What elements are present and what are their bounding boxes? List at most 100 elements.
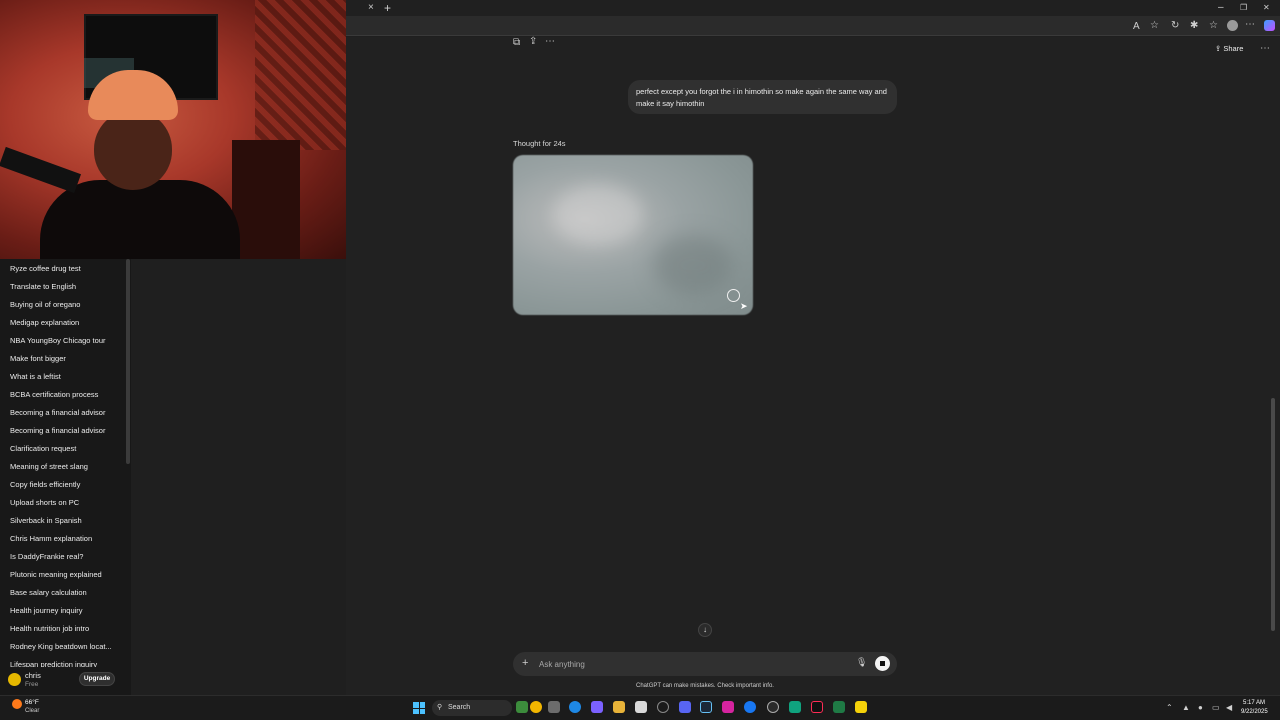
close-tab-icon[interactable]: ×: [368, 1, 374, 15]
refresh-icon[interactable]: ↻: [1171, 19, 1179, 33]
share-label: Share: [1223, 44, 1244, 53]
more-options-icon[interactable]: ⋯: [545, 36, 555, 47]
image-blur-highlight: [553, 185, 643, 245]
extensions-icon[interactable]: ✱: [1190, 19, 1198, 33]
favorite-star-icon[interactable]: ☆: [1150, 19, 1159, 33]
sidebar-history-item[interactable]: Upload shorts on PC: [10, 498, 79, 507]
sidebar-history-item[interactable]: Health nutrition job intro: [10, 624, 89, 633]
sidebar-history-item[interactable]: Is DaddyFrankie real?: [10, 552, 83, 561]
start-logo-tile: [419, 708, 425, 714]
copilot-icon[interactable]: [1264, 20, 1275, 31]
tray-chevron-up-icon[interactable]: ⌃: [1166, 703, 1173, 712]
loading-spinner-icon: [727, 289, 740, 302]
excel-icon[interactable]: [833, 701, 845, 713]
upload-icon[interactable]: ⇪: [529, 36, 537, 47]
tray-app-icon[interactable]: ▲: [1182, 703, 1190, 712]
scroll-down-button[interactable]: ↓: [698, 623, 712, 637]
chatgpt-icon[interactable]: [789, 701, 801, 713]
sidebar-history-item[interactable]: Clarification request: [10, 444, 76, 453]
favorites-icon[interactable]: ☆: [1209, 19, 1218, 33]
start-logo-tile: [413, 708, 419, 714]
sidebar-history-item[interactable]: NBA YoungBoy Chicago tour: [10, 336, 106, 345]
taskbar-time[interactable]: 5:17 AM: [1243, 700, 1265, 706]
mouse-cursor-icon: ➤: [740, 301, 748, 311]
user-name: chris: [25, 671, 41, 680]
discord-icon[interactable]: [679, 701, 691, 713]
microphone-icon[interactable]: 🎙: [856, 657, 867, 668]
sidebar-history-item[interactable]: Silverback in Spanish: [10, 516, 82, 525]
sidebar-history-item[interactable]: Buying oil of oregano: [10, 300, 80, 309]
user-message-bubble: perfect except you forgot the i in himot…: [628, 80, 897, 114]
sidebar-history-item[interactable]: Becoming a financial advisor: [10, 426, 105, 435]
sidebar-history-item[interactable]: Medigap explanation: [10, 318, 79, 327]
header-more-icon[interactable]: ⋯: [1260, 43, 1270, 54]
window-close-icon[interactable]: ✕: [1263, 1, 1270, 15]
weather-description: Clear: [25, 708, 40, 714]
sidebar-history-item[interactable]: Translate to English: [10, 282, 76, 291]
taskbar-date[interactable]: 9/22/2025: [1241, 709, 1268, 715]
start-button[interactable]: [413, 702, 425, 714]
upgrade-button[interactable]: Upgrade: [79, 672, 115, 686]
tray-mic-icon[interactable]: ●: [1198, 703, 1203, 712]
main-scrollbar[interactable]: [1271, 398, 1275, 631]
background-plants: [255, 0, 346, 150]
browser-menu-icon[interactable]: ⋯: [1245, 18, 1255, 32]
sidebar-history-item[interactable]: Chris Hamm explanation: [10, 534, 92, 543]
messenger-icon[interactable]: [744, 701, 756, 713]
sidebar-history-item[interactable]: Make font bigger: [10, 354, 66, 363]
sticky-notes-icon[interactable]: [855, 701, 867, 713]
sidebar-scrollbar[interactable]: [126, 259, 130, 464]
widgets-icon[interactable]: [516, 701, 528, 713]
stop-icon: [880, 661, 885, 666]
restore-icon[interactable]: ❐: [1240, 1, 1247, 15]
chrome-icon[interactable]: [657, 701, 669, 713]
network-icon[interactable]: ▭: [1212, 703, 1220, 712]
search-label: Search: [448, 704, 471, 711]
start-logo-tile: [413, 702, 419, 708]
stop-generating-button[interactable]: [875, 656, 890, 671]
search-icon: ⚲: [437, 704, 443, 711]
sidebar-history-item[interactable]: Becoming a financial advisor: [10, 408, 105, 417]
minimize-icon[interactable]: –: [1218, 1, 1224, 15]
attach-plus-icon[interactable]: +: [522, 657, 528, 669]
profile-avatar-icon[interactable]: [1227, 20, 1238, 31]
taskbar-search[interactable]: ⚲ Search: [432, 700, 512, 716]
sidebar-history-item[interactable]: Ryze coffee drug test: [10, 264, 81, 273]
sidebar-history-item[interactable]: BCBA certification process: [10, 390, 98, 399]
ask-input[interactable]: [539, 657, 839, 671]
weather-temperature[interactable]: 66°F: [25, 699, 39, 706]
background-shelf: [232, 140, 300, 259]
read-aloud-icon[interactable]: A: [1133, 20, 1140, 34]
generated-image-placeholder[interactable]: [513, 155, 753, 315]
sidebar-history-item[interactable]: Rodney King beatdown locat...: [10, 642, 112, 651]
chrome-canary-icon[interactable]: [530, 701, 542, 713]
file-explorer-icon[interactable]: [613, 701, 625, 713]
streamer-face: [94, 110, 172, 190]
sidebar-history-item[interactable]: Copy fields efficiently: [10, 480, 80, 489]
streamer-microphone: [0, 146, 82, 194]
copy-icon[interactable]: ⧉: [513, 37, 520, 48]
avatar[interactable]: [8, 673, 21, 686]
weather-icon[interactable]: [12, 699, 22, 709]
store-icon[interactable]: [635, 701, 647, 713]
sidebar: Ryze coffee drug test Translate to Englis…: [0, 259, 131, 695]
volume-icon[interactable]: ◀: [1226, 703, 1232, 712]
sidebar-history-item[interactable]: Plutonic meaning explained: [10, 570, 102, 579]
settings-gear-icon[interactable]: [767, 701, 779, 713]
copilot-app-icon[interactable]: [591, 701, 603, 713]
sidebar-history-item[interactable]: Base salary calculation: [10, 588, 87, 597]
sidebar-history-item[interactable]: Health journey inquiry: [10, 606, 83, 615]
webcam-overlay: [0, 0, 346, 259]
share-button[interactable]: ⇪ Share: [1215, 44, 1243, 53]
edge-browser-icon[interactable]: [569, 701, 581, 713]
thought-duration-label[interactable]: Thought for 24s: [513, 139, 566, 148]
tiktok-icon[interactable]: [811, 701, 823, 713]
sidebar-history-item[interactable]: What is a leftist: [10, 372, 61, 381]
instagram-icon[interactable]: [722, 701, 734, 713]
new-tab-icon[interactable]: +: [384, 1, 391, 15]
task-view-icon[interactable]: [548, 701, 560, 713]
user-plan: Free: [25, 681, 39, 688]
disclaimer-text: ChatGPT can make mistakes. Check importa…: [636, 683, 774, 689]
sidebar-history-item[interactable]: Meaning of street slang: [10, 462, 88, 471]
steam-icon[interactable]: [700, 701, 712, 713]
